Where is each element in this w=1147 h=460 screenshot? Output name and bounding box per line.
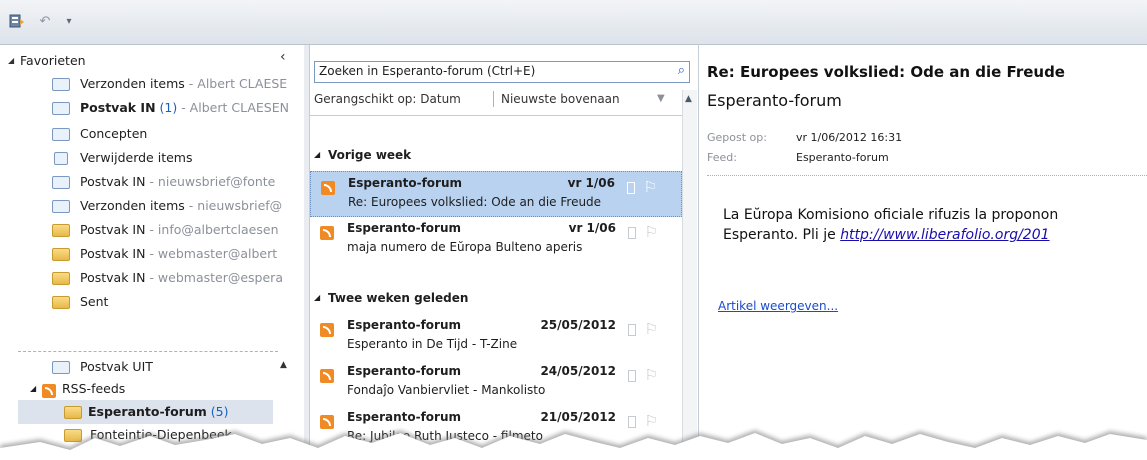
scroll-up-icon[interactable]: ▲ bbox=[685, 94, 692, 104]
search-icon[interactable]: ⌕ bbox=[678, 63, 685, 78]
folder-label: Concepten bbox=[80, 126, 148, 141]
drafts-icon bbox=[52, 126, 70, 141]
collapse-triangle-icon[interactable]: ◢ bbox=[314, 145, 320, 165]
collapse-pane-icon[interactable]: ‹ bbox=[280, 49, 286, 65]
view-article-link[interactable]: Artikel weergeven... bbox=[718, 299, 838, 313]
undo-icon[interactable]: ↶ bbox=[36, 12, 54, 30]
message-body: La Eŭropa Komisiono oficiale rifuzis la … bbox=[723, 207, 1059, 243]
message-sender: Esperanto-forum bbox=[348, 176, 463, 190]
message-sender: Esperanto-forum bbox=[347, 364, 462, 378]
torn-edge-decoration bbox=[0, 430, 1147, 460]
message-sender: Esperanto-forum bbox=[347, 221, 462, 235]
dropdown-arrow-icon[interactable]: ▼ bbox=[657, 88, 665, 110]
rss-icon bbox=[320, 369, 334, 383]
folder-item[interactable]: Verwijderde items bbox=[52, 146, 292, 170]
rss-icon bbox=[320, 226, 334, 240]
message-subject: maja numero de Eŭropa Bulteno aperis bbox=[347, 240, 583, 254]
sent-items-icon bbox=[52, 76, 70, 91]
message-sender: Esperanto-forum bbox=[347, 318, 462, 332]
posted-value: vr 1/06/2012 16:31 bbox=[796, 131, 903, 144]
message-title: Re: Europees volkslied: Ode an die Freud… bbox=[707, 63, 1065, 81]
outlook-window: ↶ ▾ ◢ Favorieten ‹ Verzonden items - Alb… bbox=[0, 0, 1147, 460]
group-header[interactable]: ◢ Vorige week bbox=[314, 145, 411, 165]
rss-icon bbox=[40, 381, 58, 398]
feed-value[interactable]: Esperanto-forum bbox=[796, 151, 889, 164]
outbox-icon bbox=[52, 359, 70, 374]
sent-items-icon bbox=[52, 198, 70, 213]
inbox-icon bbox=[52, 174, 70, 189]
sort-order-button[interactable]: Nieuwste bovenaan bbox=[501, 88, 620, 110]
message-date: vr 1/06 bbox=[567, 176, 615, 190]
folder-item[interactable]: Postvak IN - nieuwsbrief@fonte bbox=[52, 170, 292, 194]
folder-item[interactable]: Postvak IN - webmaster@albert bbox=[52, 242, 292, 266]
message-date: 24/05/2012 bbox=[540, 364, 616, 378]
customize-toolbar-icon[interactable]: ▾ bbox=[60, 12, 78, 30]
message-item[interactable]: Esperanto-forum vr 1/06 Re: Europees volks… bbox=[310, 171, 682, 217]
category-box-icon[interactable] bbox=[628, 324, 636, 336]
category-box-icon[interactable] bbox=[628, 227, 636, 239]
send-receive-icon[interactable] bbox=[8, 12, 26, 30]
folder-label: Sent bbox=[80, 294, 109, 309]
folder-label: Verzonden items bbox=[80, 76, 185, 91]
account-label: - Albert CLAESE bbox=[184, 76, 288, 91]
folder-outbox[interactable]: Postvak UIT bbox=[52, 355, 282, 379]
folder-item[interactable]: Postvak IN (1) - Albert CLAESEN bbox=[52, 96, 292, 120]
message-date: vr 1/06 bbox=[568, 221, 616, 235]
separator bbox=[18, 351, 278, 352]
folder-label: Postvak IN bbox=[80, 270, 146, 285]
body-link[interactable]: http://www.liberafolio.org/201 bbox=[840, 227, 1049, 243]
folder-icon bbox=[52, 270, 70, 285]
unread-count: (1) bbox=[155, 100, 178, 115]
deleted-items-icon bbox=[52, 150, 70, 165]
scroll-up-icon[interactable]: ▲ bbox=[280, 360, 287, 370]
group-header[interactable]: ◢ Twee weken geleden bbox=[314, 288, 468, 308]
message-item[interactable]: Esperanto-forum vr 1/06 maja numero de Eŭr… bbox=[310, 217, 682, 263]
category-box-icon[interactable] bbox=[628, 370, 636, 382]
rss-icon bbox=[321, 181, 335, 195]
folder-item[interactable]: Postvak IN - webmaster@espera bbox=[52, 266, 292, 290]
account-label: - nieuwsbrief@ bbox=[184, 198, 283, 213]
posted-label: Gepost op: bbox=[707, 131, 767, 144]
flag-icon[interactable]: ⚐ bbox=[645, 320, 658, 338]
message-subject: Re: Europees volkslied: Ode an die Freud… bbox=[348, 195, 602, 209]
flag-icon[interactable]: ⚐ bbox=[645, 366, 658, 384]
feed-name: Esperanto-forum bbox=[707, 91, 842, 110]
folder-item[interactable]: Sent bbox=[52, 290, 292, 314]
folder-item[interactable]: Verzonden items - nieuwsbrief@ bbox=[52, 194, 292, 218]
folder-label: Postvak IN bbox=[80, 222, 146, 237]
account-label: - Albert CLAESEN bbox=[177, 100, 289, 115]
folder-icon bbox=[52, 294, 70, 309]
flag-icon[interactable]: ⚐ bbox=[644, 178, 657, 196]
folder-item[interactable]: Verzonden items - Albert CLAESE bbox=[52, 72, 292, 96]
search-input[interactable]: Zoeken in Esperanto-forum (Ctrl+E) ⌕ bbox=[314, 61, 690, 83]
folder-icon bbox=[52, 246, 70, 261]
header-divider bbox=[707, 175, 1147, 176]
inbox-icon bbox=[52, 100, 70, 115]
expand-triangle-icon[interactable]: ◢ bbox=[8, 56, 14, 65]
folder-icon bbox=[52, 222, 70, 237]
arrange-bar: Gerangschikt op: Datum Nieuwste bovenaan… bbox=[314, 88, 690, 110]
category-box-icon[interactable] bbox=[627, 182, 635, 194]
account-label: - webmaster@espera bbox=[145, 270, 283, 285]
message-item[interactable]: Esperanto-forum 25/05/2012 Esperanto in De… bbox=[310, 314, 682, 360]
folder-label: Postvak IN bbox=[80, 246, 146, 261]
message-date: 25/05/2012 bbox=[540, 318, 616, 332]
feed-label: Feed: bbox=[707, 151, 737, 164]
folder-item[interactable]: Postvak IN - info@albertclaesen bbox=[52, 218, 292, 242]
message-subject: Esperanto in De Tijd - T-Zine bbox=[347, 337, 518, 351]
folder-label: Postvak IN bbox=[80, 174, 146, 189]
collapse-triangle-icon[interactable]: ◢ bbox=[314, 288, 320, 308]
flag-icon[interactable]: ⚐ bbox=[645, 223, 658, 241]
favorites-header[interactable]: Favorieten bbox=[20, 52, 86, 70]
folder-label: Postvak IN bbox=[80, 100, 156, 115]
quick-access-toolbar: ↶ ▾ bbox=[0, 0, 1147, 45]
rss-icon bbox=[320, 323, 334, 337]
folder-label: Verwijderde items bbox=[80, 150, 193, 165]
folder-label: Verzonden items bbox=[80, 198, 185, 213]
arrange-by-button[interactable]: Gerangschikt op: Datum bbox=[314, 88, 461, 110]
account-label: - nieuwsbrief@fonte bbox=[145, 174, 276, 189]
account-label: - info@albertclaesen bbox=[145, 222, 279, 237]
account-label: - webmaster@albert bbox=[145, 246, 278, 261]
folder-item[interactable]: Concepten bbox=[52, 122, 292, 146]
